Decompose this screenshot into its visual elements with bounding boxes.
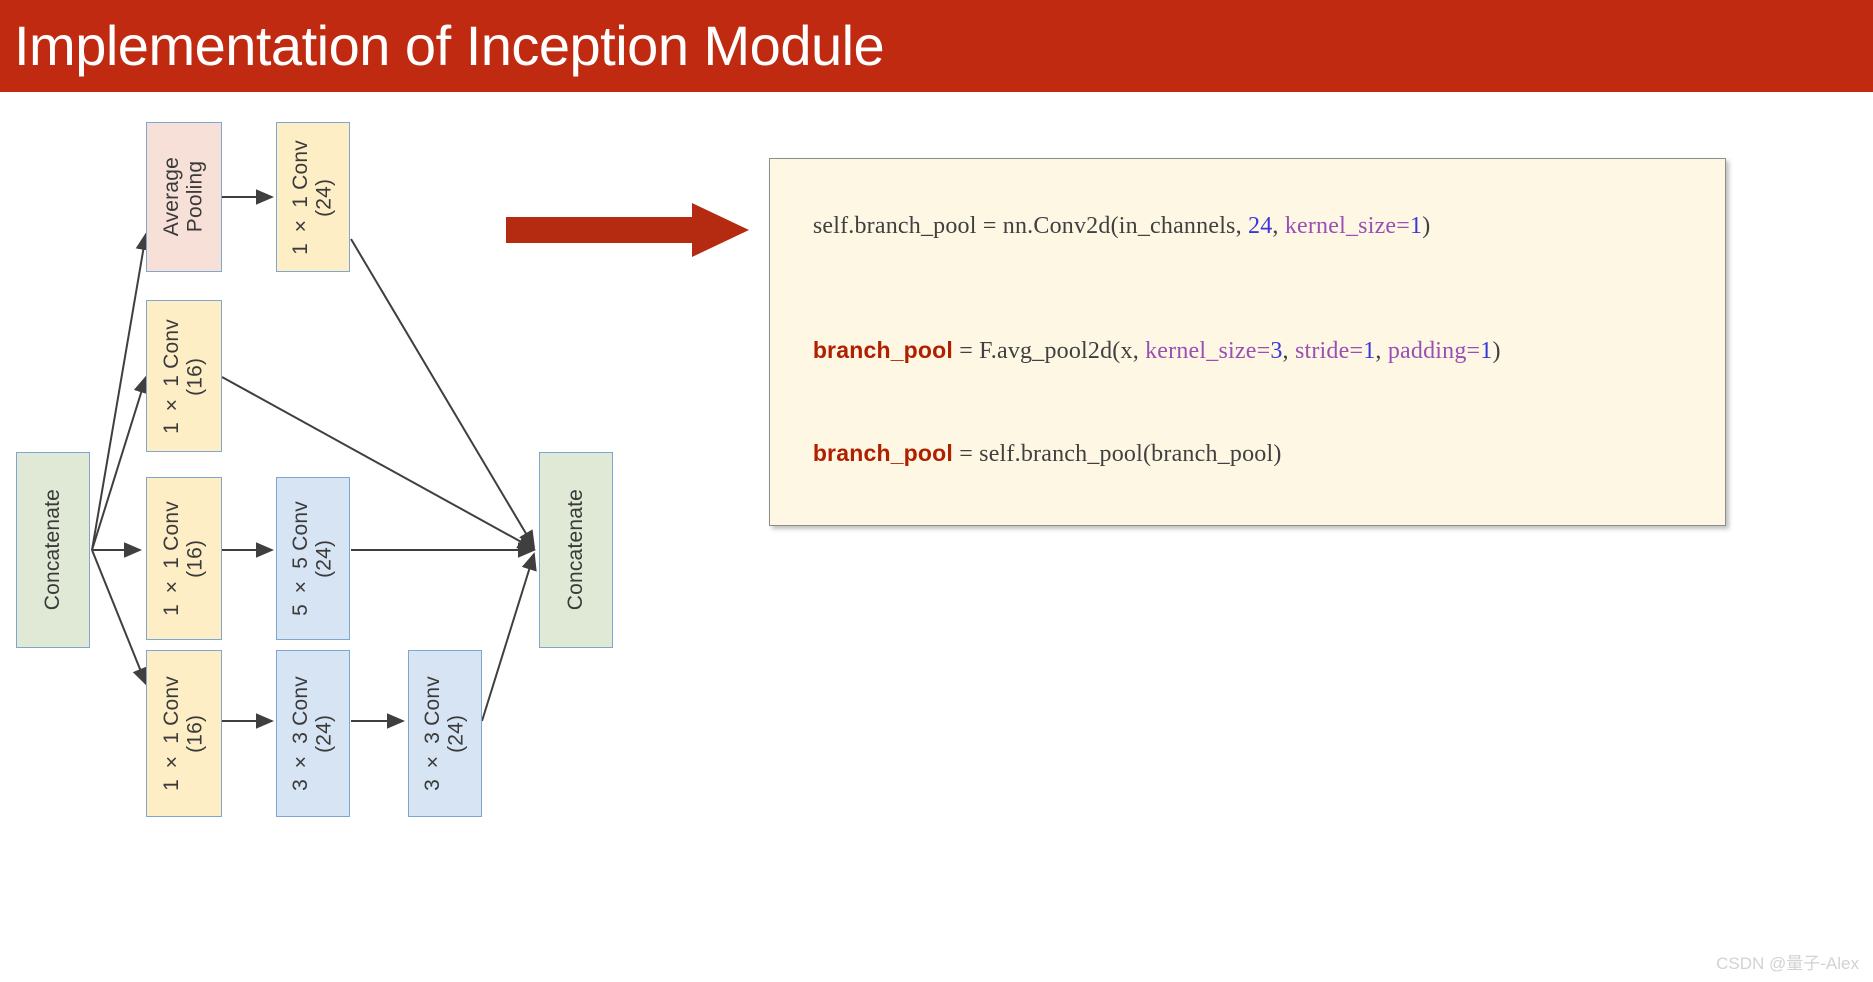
node-concatenate-input[interactable]: Concatenate <box>16 452 90 648</box>
node-label: Concatenate <box>41 489 65 611</box>
code-token: 1 <box>1480 338 1493 364</box>
node-label: 1 × 1 Conv (16) <box>160 318 207 434</box>
code-token: self.branch_pool = nn.Conv2d(in_channels… <box>812 213 1248 239</box>
code-snippet-panel: self.branch_pool = nn.Conv2d(in_channels… <box>769 158 1726 526</box>
node-branch3-conv-3x3-24-a[interactable]: 3 × 3 Conv (24) <box>276 650 350 817</box>
node-label: 1 × 1 Conv (16) <box>160 501 207 616</box>
code-token: kernel_size= <box>1145 338 1271 364</box>
node-branch1-conv-1x1-16[interactable]: 1 × 1 Conv (16) <box>146 300 222 452</box>
code-token: 3 <box>1270 338 1283 364</box>
code-line: branch_pool = F.avg_pool2d(x, kernel_siz… <box>788 299 1707 402</box>
node-label: 5 × 5 Conv (24) <box>289 501 336 616</box>
node-label: 3 × 3 Conv (24) <box>289 676 336 791</box>
code-token: , <box>1272 213 1285 239</box>
code-token: branch_pool <box>812 440 954 466</box>
page-title: Implementation of Inception Module <box>14 14 885 77</box>
node-label: 1 × 1 Conv (16) <box>160 676 207 791</box>
header-banner: Implementation of Inception Module <box>0 0 1873 92</box>
code-token: ) <box>1422 213 1431 239</box>
node-label: Concatenate <box>564 489 588 611</box>
code-token: kernel_size= <box>1284 213 1411 239</box>
code-token: ) <box>1492 338 1501 364</box>
node-label: 1 × 1 Conv (24) <box>289 139 336 255</box>
code-token: 1 <box>1410 213 1423 239</box>
node-branch3-conv-3x3-24-b[interactable]: 3 × 3 Conv (24) <box>408 650 482 817</box>
code-token: 1 <box>1363 338 1376 364</box>
code-line: branch_pool = self.branch_pool(branch_po… <box>788 402 1707 505</box>
code-line-spacer <box>788 277 1707 299</box>
code-token: , <box>1375 338 1388 364</box>
node-branch2-conv-1x1-16[interactable]: 1 × 1 Conv (16) <box>146 477 222 640</box>
code-token: branch_pool <box>812 337 954 363</box>
code-token: stride= <box>1294 338 1364 364</box>
node-branch2-conv-5x5-24[interactable]: 5 × 5 Conv (24) <box>276 477 350 640</box>
node-average-pooling[interactable]: Average Pooling <box>146 122 222 272</box>
node-label: Average Pooling <box>160 157 207 237</box>
code-token: = self.branch_pool(branch_pool) <box>953 441 1282 467</box>
code-line: self.branch_pool = nn.Conv2d(in_channels… <box>788 175 1707 277</box>
red-pointer-arrow-icon <box>506 203 749 257</box>
code-token: = F.avg_pool2d(x, <box>953 338 1146 364</box>
code-token: 24 <box>1248 213 1273 239</box>
code-token: , <box>1282 338 1295 364</box>
node-label: 3 × 3 Conv (24) <box>421 676 468 791</box>
node-concatenate-output[interactable]: Concatenate <box>539 452 613 648</box>
csdn-watermark: CSDN @量子-Alex <box>1716 954 1859 973</box>
code-token: padding= <box>1387 338 1481 364</box>
node-pool-conv-1x1-24[interactable]: 1 × 1 Conv (24) <box>276 122 350 272</box>
node-branch3-conv-1x1-16[interactable]: 1 × 1 Conv (16) <box>146 650 222 817</box>
